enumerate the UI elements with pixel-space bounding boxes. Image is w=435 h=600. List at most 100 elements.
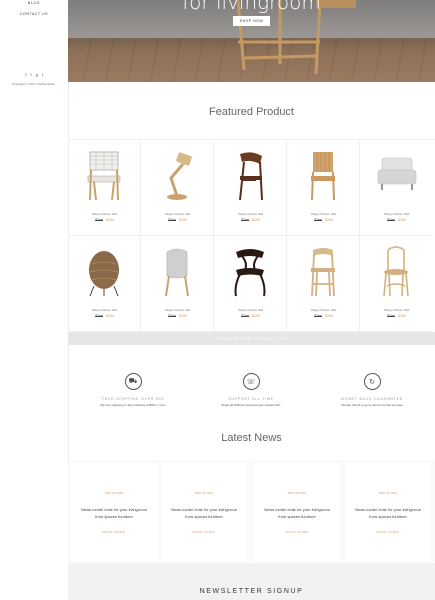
product-name: Weary Partum ddd [384,308,409,312]
feature-text: We free shipping on all purchases of $99… [100,403,166,407]
new-price: $199 [398,218,406,222]
news-headline[interactable]: News model chair for your livingroom fro… [167,506,241,520]
read-more-link[interactable]: READ MORE [161,530,247,534]
bentwood-chair-icon [383,246,409,297]
old-price: $2ee [95,314,103,318]
feature-support: ☏ SUPPORT ALL TIME Begin all fulfilment … [196,373,306,407]
newsletter-title: NEWSLETTER SIGNUP [199,588,304,595]
old-price: $2ee [95,218,103,222]
read-more-link[interactable]: READ MORE [345,530,431,534]
facebook-icon[interactable]: f [25,72,26,77]
newsletter-section: NEWSLETTER SIGNUP [68,563,435,600]
hero-banner: for livingroom SHOP NOW [68,0,435,82]
nav-contact-us[interactable]: CONTACT US [0,12,68,16]
old-price: $2ee [314,218,322,222]
product-card[interactable]: Weary Partum ddd $2ee $199 [141,140,214,236]
old-price: $2ee [387,314,395,318]
product-price: $2ee $199 [141,218,214,222]
new-price: $199 [179,314,187,318]
new-price: $199 [179,218,187,222]
product-price: $2ee $199 [287,314,360,318]
old-price: $2ee [387,218,395,222]
refresh-icon: ↻ [363,373,381,390]
feature-text: We like clients to get a refund of what … [341,403,403,407]
product-name: Weary Partum ddd [311,308,336,312]
news-card[interactable]: MAY 04 2016 News model chair for your li… [254,463,340,561]
product-grid: Weary Partum ddd $2ee $199 Weary Partum d… [68,139,435,332]
read-more-link[interactable]: READ MORE [71,530,157,534]
product-card[interactable]: Weary Partum ddd $2ee $199 [360,236,433,332]
product-card[interactable]: Weary Partum ddd $2ee $199 [68,140,141,236]
product-name: Weary Partum ddd [238,308,263,312]
product-card[interactable]: Weary Partum ddd $2ee $199 [141,236,214,332]
feature-shipping: ⛟ FREE SHIPPING OVER $99 We free shippin… [78,373,188,407]
news-date: MAY 04 2016 [105,491,123,495]
hero-title: for livingroom [182,0,321,14]
product-card[interactable]: Weary Partum ddd $2ee $199 [287,140,360,236]
news-headline[interactable]: News model chair for your livingroom fro… [260,506,334,520]
product-price: $2ee $199 [68,218,141,222]
product-card[interactable]: Weary Partum ddd $2ee $199 [214,236,287,332]
new-price: $199 [106,314,114,318]
old-price: $2ee [241,218,249,222]
news-date: MAY 04 2016 [288,491,306,495]
new-price: $199 [398,314,406,318]
social-links: f t g i [0,72,68,77]
feature-title: FREE SHIPPING OVER $99 [101,397,165,401]
news-card[interactable]: MAY 04 2016 News model chair for your li… [71,463,157,561]
product-name: Weary Partum ddd [92,212,117,216]
old-price: $2ee [314,314,322,318]
woven-chair-icon [87,151,121,201]
google-icon[interactable]: g [36,72,38,77]
news-headline[interactable]: News model chair for your livingroom fro… [77,506,151,520]
new-price: $199 [252,314,260,318]
news-title: Latest News [221,432,282,444]
news-card[interactable]: MAY 04 2016 News model chair for your li… [345,463,431,561]
shop-now-button[interactable]: SHOP NOW [233,16,270,26]
feature-text: Begin all fulfilment that has been ahead… [221,403,281,407]
support-icon: ☏ [242,373,260,390]
product-price: $2ee $199 [68,314,141,318]
copyright: Copyright © 2016. OwlTemplate [12,82,55,86]
product-price: $2ee $199 [214,218,287,222]
armchair-icon [377,157,417,190]
twitter-icon[interactable]: t [30,72,31,77]
old-price: $2ee [168,314,176,318]
feature-title: MONEY BACK GUARANTEE [340,397,404,401]
instagram-icon[interactable]: i [42,72,43,77]
feature-title: SUPPORT ALL TIME [228,397,274,401]
product-price: $2ee $199 [287,218,360,222]
bar-stool-icon [311,248,335,297]
product-name: Weary Partum ddd [238,212,263,216]
old-price: $2ee [241,314,249,318]
product-name: Weary Partum ddd [165,212,190,216]
product-card[interactable]: Weary Partum ddd $2ee $199 [287,236,360,332]
feature-guarantee: ↻ MONEY BACK GUARANTEE We like clients t… [317,373,427,407]
truck-icon: ⛟ [124,373,142,390]
sidebar: BLOG CONTACT US f t g i Copyright © 2016… [0,0,69,600]
new-price: $199 [325,314,333,318]
product-price: $2ee $199 [360,314,433,318]
product-name: Weary Partum ddd [384,212,409,216]
product-card[interactable]: Weary Partum ddd $2ee $199 [214,140,287,236]
product-price: $2ee $199 [360,218,433,222]
nav-blog[interactable]: BLOG [0,1,68,5]
desk-lamp-icon [167,152,192,200]
new-price: $199 [252,218,260,222]
product-card[interactable]: Weary Partum ddd $2ee $199 [360,140,433,236]
product-name: Weary Partum ddd [92,308,117,312]
load-more-button[interactable]: LOAD MORE PRODUCTS [68,332,435,345]
read-more-link[interactable]: READ MORE [254,530,340,534]
product-price: $2ee $199 [214,314,287,318]
news-card[interactable]: MAY 04 2016 News model chair for your li… [161,463,247,561]
product-name: Weary Partum ddd [165,308,190,312]
dark-chair-icon [234,249,266,297]
product-card[interactable]: Weary Partum ddd $2ee $199 [68,236,141,332]
news-date: MAY 04 2016 [379,491,397,495]
news-headline[interactable]: News model chair for your livingroom fro… [351,506,425,520]
product-price: $2ee $199 [141,314,214,318]
slat-chair-icon [311,152,335,201]
new-price: $199 [106,218,114,222]
new-price: $199 [325,218,333,222]
product-name: Weary Partum ddd [311,212,336,216]
